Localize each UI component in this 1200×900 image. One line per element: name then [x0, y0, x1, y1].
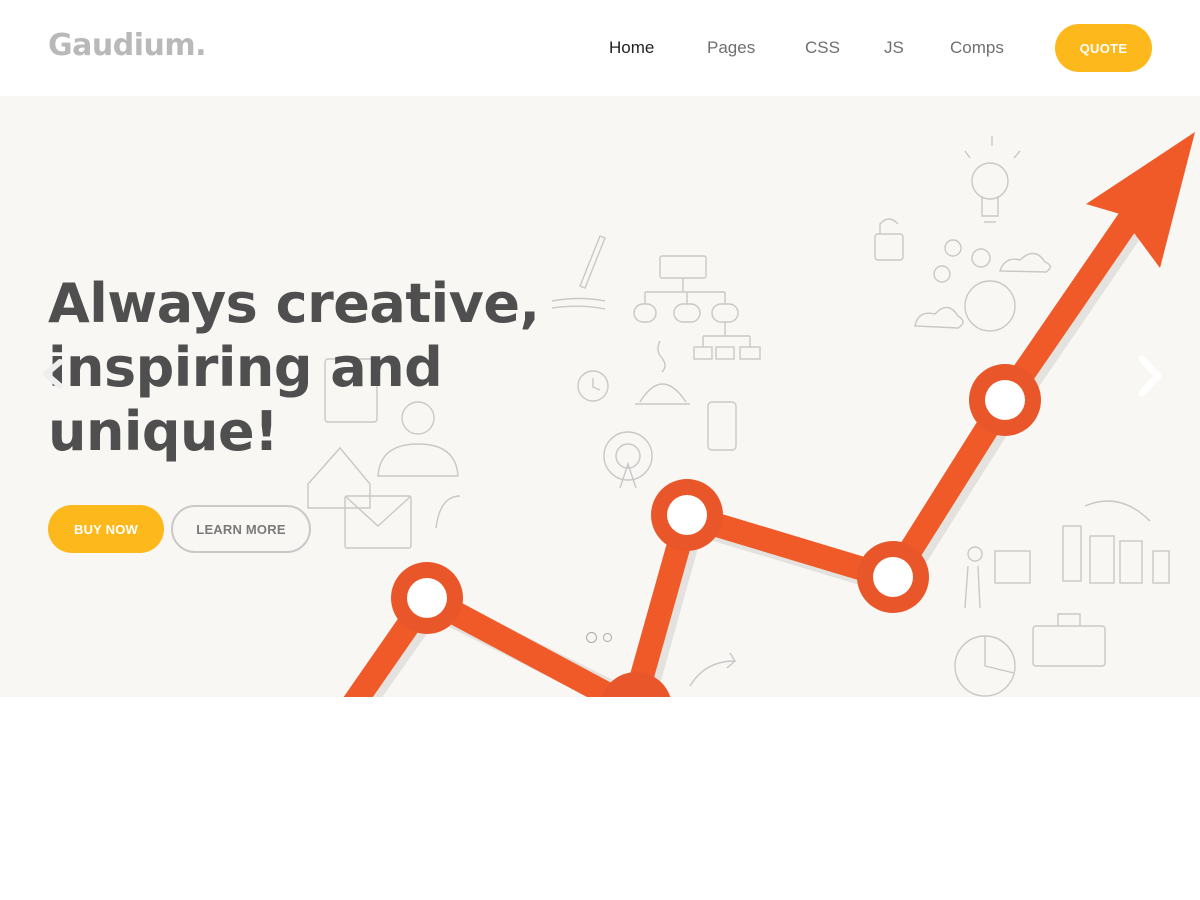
learn-more-button[interactable]: LEARN MORE: [171, 505, 311, 553]
logo[interactable]: Gaudium.: [48, 28, 207, 63]
headline-line: inspiring and: [48, 336, 443, 399]
nav-comps[interactable]: Comps: [950, 38, 1004, 58]
hero-slider: Always creative, inspiring and unique! B…: [0, 96, 1200, 697]
site-header: Gaudium. Home Pages CSS JS Comps QUOTE: [0, 0, 1200, 96]
hero-headline: Always creative, inspiring and unique!: [48, 272, 568, 464]
slider-next-button[interactable]: [1130, 351, 1170, 401]
nav-home[interactable]: Home: [609, 38, 654, 58]
quote-button[interactable]: QUOTE: [1055, 24, 1152, 72]
headline-line: Always creative,: [48, 272, 540, 335]
headline-line: unique!: [48, 400, 279, 463]
graph-node-center: [407, 578, 447, 618]
graph-node-center: [985, 380, 1025, 420]
nav-css[interactable]: CSS: [805, 38, 840, 58]
slider-prev-button[interactable]: [34, 354, 74, 394]
graph-node-center: [667, 495, 707, 535]
slider-dot-2[interactable]: [603, 633, 612, 642]
nav-pages[interactable]: Pages: [707, 38, 755, 58]
page: Gaudium. Home Pages CSS JS Comps QUOTE A…: [0, 0, 1200, 900]
chevron-left-icon: [43, 359, 63, 389]
chevron-right-icon: [1138, 355, 1162, 397]
content-area: [0, 697, 1200, 900]
graph-node-center: [873, 557, 913, 597]
buy-now-button[interactable]: BUY NOW: [48, 505, 164, 553]
slider-dot-1[interactable]: [586, 632, 597, 643]
nav-js[interactable]: JS: [884, 38, 904, 58]
